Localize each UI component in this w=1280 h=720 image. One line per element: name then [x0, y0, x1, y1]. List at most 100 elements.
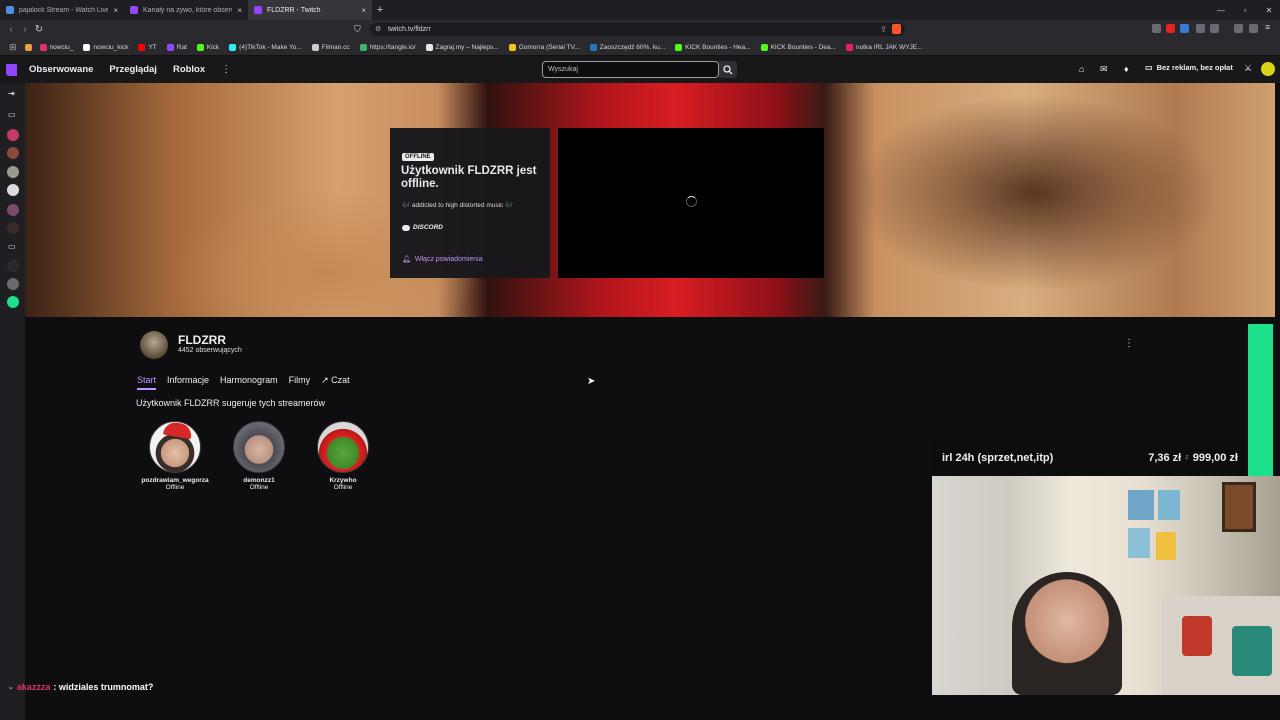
extension-icon[interactable] — [1210, 24, 1219, 33]
tab-favicon-icon — [130, 6, 138, 14]
channel-more-icon[interactable]: ⋮ — [1124, 338, 1134, 349]
sidebar-channel-avatar[interactable] — [7, 184, 19, 196]
site-info-icon[interactable]: ⚙ — [375, 25, 381, 33]
sidebar-channel-avatar[interactable] — [7, 204, 19, 216]
goal-label: irl 24h (sprzet,net,itp) — [942, 451, 1054, 464]
browser-tab[interactable]: Kanały na żywo, które obserwujesz × — [124, 0, 248, 20]
tab-schedule[interactable]: Harmonogram — [220, 375, 278, 390]
nav-browse[interactable]: Przeglądaj — [109, 64, 157, 75]
maximize-icon[interactable]: ▫ — [1234, 0, 1256, 20]
channel-name[interactable]: FLDZRR — [178, 333, 226, 347]
extension-icon[interactable] — [1196, 24, 1205, 33]
streamer-avatar — [233, 421, 285, 473]
nav-category[interactable]: Roblox — [173, 64, 205, 75]
discord-icon — [402, 224, 410, 231]
url-field[interactable]: ⚙ twitch.tv/fldzrr ⇪ — [370, 23, 905, 36]
wallet-icon[interactable] — [1249, 24, 1258, 33]
streamer-name: pozdrawiam_wegorza — [141, 477, 209, 484]
tab-start[interactable]: Start — [137, 375, 157, 390]
search-button[interactable] — [719, 61, 737, 78]
goal-target: 999,00 zł — [1192, 451, 1238, 464]
enable-notifications-button[interactable]: 🔔︎ Włącz powiadomienia — [402, 255, 483, 264]
bookmark-item[interactable]: nowciu_kick — [78, 43, 133, 51]
close-window-icon[interactable]: ✕ — [1258, 0, 1280, 20]
extension-icon[interactable] — [1180, 24, 1189, 33]
bookmark-item[interactable]: (4)TikTok - Make Yo... — [224, 43, 307, 51]
extension-icon[interactable] — [1152, 24, 1161, 33]
suggested-streamer[interactable]: pozdrawiam_wegorza Offline — [133, 420, 217, 491]
video-player[interactable] — [558, 128, 824, 278]
bookmark-item[interactable]: Zagraj.my – Najleps... — [421, 43, 504, 51]
bookmark-page-icon[interactable]: ⛉ — [354, 24, 361, 35]
tab-chat[interactable]: ↗ Czat — [321, 375, 350, 390]
tab-close-icon[interactable]: × — [361, 6, 366, 15]
bookmark-item[interactable]: nowciu_ — [35, 43, 79, 51]
offline-badge: OFFLINE — [402, 153, 434, 161]
user-avatar[interactable] — [1261, 62, 1275, 76]
browser-tab[interactable]: pajalock Stream - Watch Live on × — [0, 0, 124, 20]
back-icon[interactable]: ‹ — [4, 24, 18, 35]
streamer-status: Offline — [333, 484, 353, 491]
search-input[interactable]: Wyszukaj — [542, 61, 719, 78]
mouse-cursor-icon: ➤ — [587, 376, 596, 387]
new-tab-icon[interactable]: + — [372, 0, 388, 20]
wall-poster — [1128, 528, 1150, 558]
nav-following[interactable]: Obserwowane — [29, 64, 93, 75]
discord-link[interactable]: DISCORD — [402, 224, 443, 231]
prime-icon[interactable]: ♦ — [1124, 64, 1129, 74]
inbox-icon[interactable]: ⌂ — [1079, 64, 1084, 74]
chat-expand-icon[interactable]: ⌄ — [8, 683, 14, 691]
tab-videos[interactable]: Filmy — [289, 375, 311, 390]
browser-tab-active[interactable]: FLDZRR - Twitch × — [248, 0, 372, 20]
brave-shield-icon[interactable] — [892, 24, 901, 34]
filman-icon — [311, 43, 319, 51]
bookmark-item[interactable]: KICK Bounties - Hea... — [670, 43, 755, 51]
twitch-logo-icon[interactable] — [6, 63, 17, 76]
media-icon[interactable] — [1234, 24, 1243, 33]
channel-avatar[interactable] — [140, 331, 168, 359]
bookmark-item[interactable]: Gomorra (Serial TV... — [504, 43, 585, 51]
apps-grid-icon[interactable]: ⊞ — [4, 42, 22, 53]
bookmark-item[interactable]: YT — [133, 43, 161, 51]
sidebar-channel-avatar[interactable] — [7, 147, 19, 159]
suggested-streamer[interactable]: demonzz1 Offline — [217, 421, 301, 491]
bookmark-item[interactable]: nutka IRL JAK WYJE... — [841, 43, 928, 51]
share-icon[interactable]: ⇪ — [880, 25, 887, 34]
tab-close-icon[interactable]: × — [113, 6, 118, 15]
suggested-heading: Użytkownik FLDZRR sugeruje tych streamer… — [136, 398, 326, 408]
bookmark-item[interactable]: Zaoszczędź 60%, ku... — [585, 43, 670, 51]
sidebar-channel-avatar[interactable] — [7, 260, 19, 272]
reload-icon[interactable]: ↻ — [32, 24, 46, 35]
sidebar-channel-avatar[interactable] — [7, 166, 19, 178]
tab-close-icon[interactable]: × — [237, 6, 242, 15]
bookmark-item[interactable] — [22, 43, 35, 51]
sidebar-channel-avatar[interactable] — [7, 296, 19, 308]
bookmark-item[interactable]: Rat — [162, 43, 192, 51]
more-options-icon[interactable]: ⋮ — [221, 64, 231, 75]
sidebar-channel-avatar[interactable] — [7, 278, 19, 290]
search-icon — [723, 64, 733, 74]
imdb-icon — [508, 43, 516, 51]
minimize-icon[interactable]: — — [1210, 0, 1232, 20]
menu-icon[interactable]: ≡ — [1265, 22, 1274, 32]
wall-poster — [1128, 490, 1154, 520]
sidebar-channel-avatar[interactable] — [7, 129, 19, 141]
turbo-icon[interactable]: ⚔ — [1244, 63, 1252, 74]
suggested-streamer[interactable]: Krzywho Offline — [301, 421, 385, 491]
ad-free-button[interactable]: ▭ Bez reklam, bez opłat — [1145, 63, 1233, 72]
bookmark-item[interactable]: KICK Bounties - Dea... — [756, 43, 841, 51]
desk-item — [1232, 626, 1272, 676]
forward-icon[interactable]: › — [18, 24, 32, 35]
streamer-name: Krzywho — [329, 477, 357, 484]
tab-about[interactable]: Informacje — [167, 375, 209, 390]
collapse-sidebar-icon[interactable]: ⇥ — [8, 89, 15, 98]
whispers-icon[interactable]: ✉ — [1100, 64, 1108, 75]
bookmark-item[interactable]: Kick — [192, 43, 224, 51]
extension-icon[interactable] — [1166, 24, 1175, 33]
search-placeholder: Wyszukaj — [548, 66, 578, 73]
bookmark-item[interactable]: Filman.cc — [307, 43, 355, 51]
wall-poster — [1158, 490, 1180, 520]
bookmark-item[interactable]: https://tangle.io/ — [355, 43, 421, 51]
donation-goal-bar: irl 24h (sprzet,net,itp) 7,36 zł z 999,0… — [932, 441, 1248, 474]
sidebar-channel-avatar[interactable] — [7, 222, 19, 234]
